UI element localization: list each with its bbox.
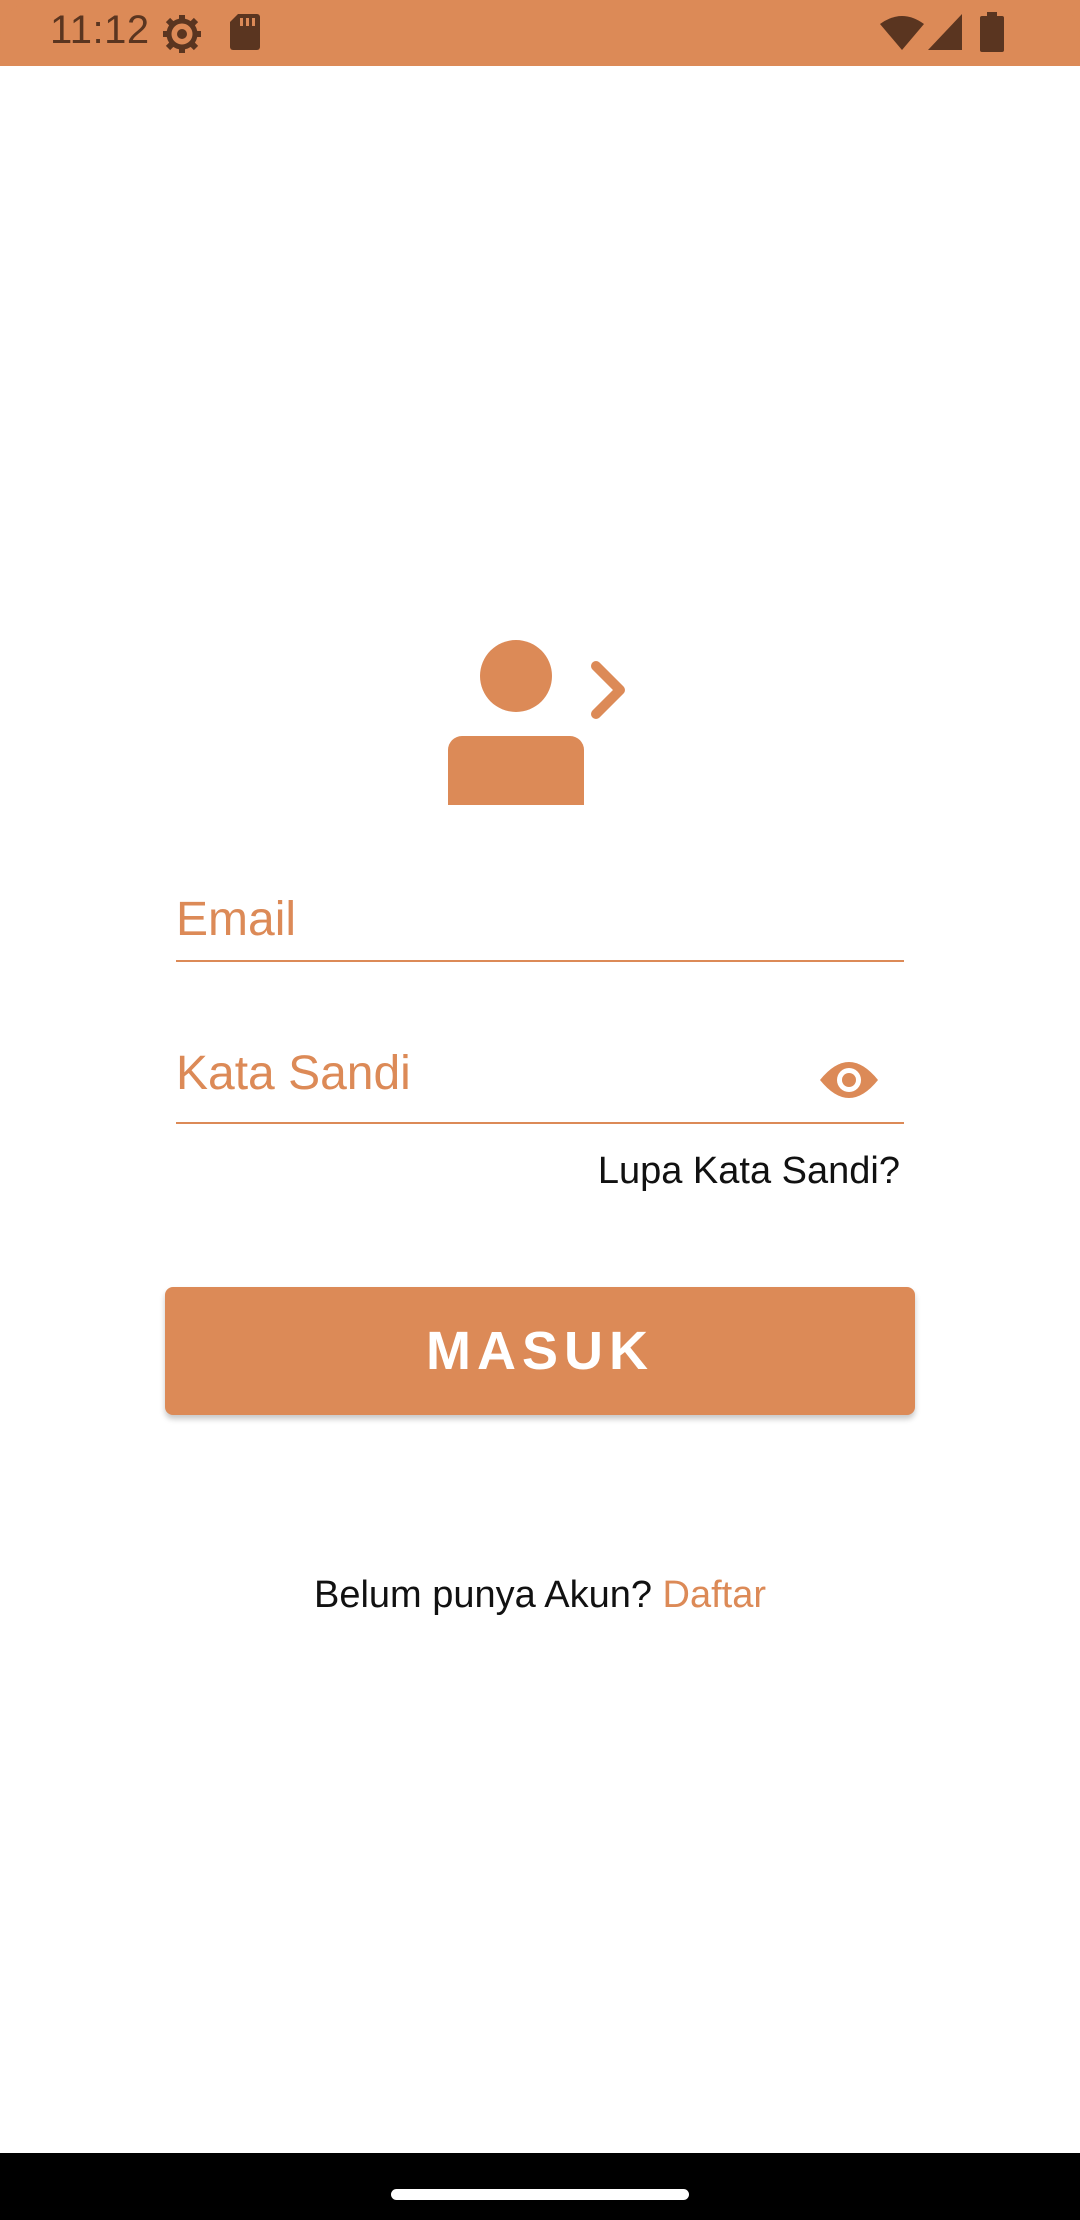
password-field[interactable]: Kata Sandi <box>176 1040 904 1124</box>
login-button[interactable]: MASUK <box>165 1287 915 1415</box>
status-bar: 11:12 <box>0 0 1080 66</box>
sd-card-icon <box>230 14 260 50</box>
signup-prompt: Belum punya Akun? <box>313 1574 652 1616</box>
email-placeholder: Email <box>176 893 297 946</box>
signup-row: Belum punya Akun? Daftar <box>0 1574 1080 1617</box>
settings-icon <box>163 15 201 53</box>
battery-icon <box>980 12 1004 52</box>
eye-icon[interactable] <box>818 1058 880 1102</box>
status-time: 11:12 <box>50 8 150 52</box>
user-login-icon <box>448 640 625 805</box>
password-placeholder: Kata Sandi <box>176 1047 411 1100</box>
signal-icon <box>928 14 962 50</box>
home-gesture-handle[interactable] <box>391 2189 689 2200</box>
app-screen: 11:12 Email Kata Sandi Lupa Kata Sandi? … <box>0 0 1080 2220</box>
forgot-password-link[interactable]: Lupa Kata Sandi? <box>598 1150 900 1193</box>
wifi-icon <box>880 16 924 50</box>
email-field[interactable]: Email <box>176 880 904 962</box>
navigation-bar <box>0 2153 1080 2220</box>
signup-link[interactable]: Daftar <box>663 1574 766 1616</box>
